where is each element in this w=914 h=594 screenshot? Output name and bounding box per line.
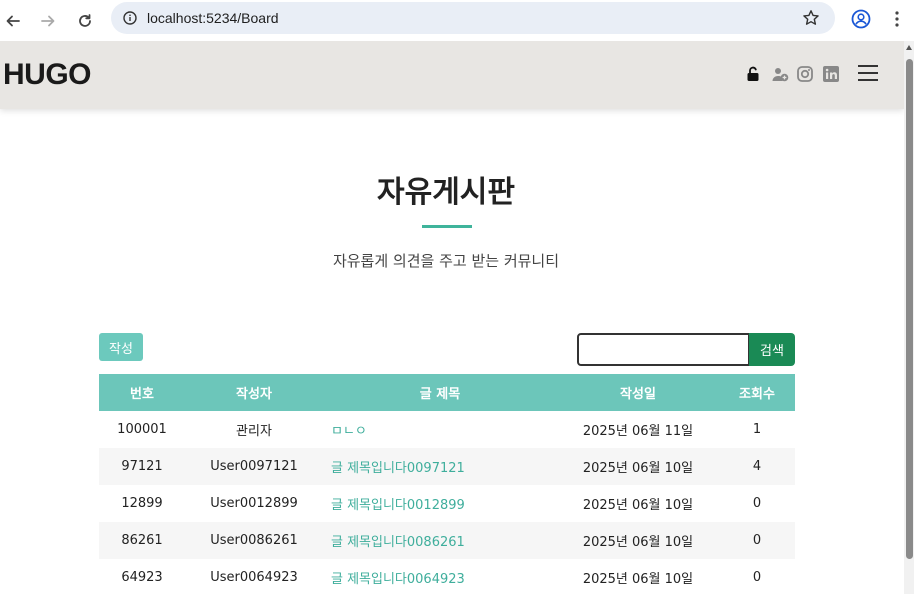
post-title-link[interactable]: 글 제목입니다0086261 (323, 531, 557, 550)
board-table: 번호 작성자 글 제목 작성일 조회수 100001 관리자 ㅁㄴㅇ 2025년… (99, 374, 795, 594)
page-title: 자유게시판 (377, 175, 515, 210)
post-views: 1 (752, 422, 762, 437)
post-views: 0 (752, 496, 762, 511)
post-date: 2025년 06월 10일 (582, 498, 694, 513)
page-subtitle: 자유롭게 의견을 주고 받는 커뮤니티 (332, 252, 560, 270)
post-author: User0012899 (210, 496, 298, 511)
post-number: 12899 (121, 496, 163, 511)
linkedin-icon[interactable] (822, 65, 840, 83)
browser-toolbar: localhost:5234/Board (0, 0, 914, 41)
column-header-title: 글 제목 (419, 387, 461, 402)
column-header-author: 작성자 (236, 387, 272, 402)
unlock-icon[interactable] (744, 65, 762, 83)
table-row[interactable]: 100001 관리자 ㅁㄴㅇ 2025년 06월 11일 1 (99, 411, 795, 448)
kebab-menu-icon[interactable] (888, 8, 906, 30)
column-header-no: 번호 (130, 387, 154, 402)
post-date: 2025년 06월 10일 (582, 535, 694, 550)
post-date: 2025년 06월 11일 (582, 424, 694, 439)
post-views: 0 (752, 533, 762, 548)
table-row[interactable]: 86261 User0086261 글 제목입니다0086261 2025년 0… (99, 522, 795, 559)
profile-icon[interactable] (850, 8, 872, 30)
post-number: 64923 (121, 570, 163, 585)
post-author: User0097121 (210, 459, 298, 474)
back-icon[interactable] (0, 8, 26, 34)
page-scrollbar[interactable] (904, 41, 914, 594)
address-bar[interactable]: localhost:5234/Board (111, 2, 835, 34)
url-text: localhost:5234/Board (147, 10, 279, 26)
page-viewport: HUGO 자유게시판 자유롭게 의견을 주고 받는 커뮤니티 작성 검색 번호 … (0, 41, 904, 594)
table-row[interactable]: 64923 User0064923 글 제목입니다0064923 2025년 0… (99, 559, 795, 594)
post-title-link[interactable]: 글 제목입니다0012899 (323, 494, 557, 513)
post-number: 86261 (121, 533, 163, 548)
info-icon[interactable] (121, 9, 139, 27)
title-underline (422, 225, 472, 228)
scroll-up-arrow-icon[interactable] (906, 45, 912, 50)
instagram-icon[interactable] (796, 65, 814, 83)
post-number: 97121 (121, 459, 163, 474)
post-date: 2025년 06월 10일 (582, 461, 694, 476)
hamburger-icon[interactable] (858, 65, 878, 81)
post-date: 2025년 06월 10일 (582, 572, 694, 587)
reload-icon[interactable] (72, 8, 98, 34)
post-views: 4 (752, 459, 762, 474)
write-button[interactable]: 작성 (99, 333, 143, 361)
column-header-date: 작성일 (620, 387, 656, 402)
post-title-link[interactable]: 글 제목입니다0064923 (323, 568, 557, 587)
user-plus-icon[interactable] (771, 65, 789, 83)
column-header-views: 조회수 (739, 387, 775, 402)
post-title-link[interactable]: 글 제목입니다0097121 (323, 457, 557, 476)
table-header: 번호 작성자 글 제목 작성일 조회수 (99, 374, 795, 411)
forward-icon[interactable] (35, 8, 61, 34)
post-author: User0086261 (210, 533, 298, 548)
scrollbar-thumb[interactable] (906, 59, 913, 559)
table-row[interactable]: 97121 User0097121 글 제목입니다0097121 2025년 0… (99, 448, 795, 485)
post-number: 100001 (117, 422, 167, 437)
post-views: 0 (752, 570, 762, 585)
post-author: 관리자 (236, 424, 272, 439)
search-button[interactable]: 검색 (749, 333, 795, 366)
star-icon[interactable] (801, 8, 821, 28)
search-input[interactable] (577, 333, 750, 366)
post-title-link[interactable]: ㅁㄴㅇ (323, 420, 557, 439)
table-row[interactable]: 12899 User0012899 글 제목입니다0012899 2025년 0… (99, 485, 795, 522)
site-header: HUGO (0, 41, 904, 109)
site-logo[interactable]: HUGO (3, 58, 92, 92)
post-author: User0064923 (210, 570, 298, 585)
